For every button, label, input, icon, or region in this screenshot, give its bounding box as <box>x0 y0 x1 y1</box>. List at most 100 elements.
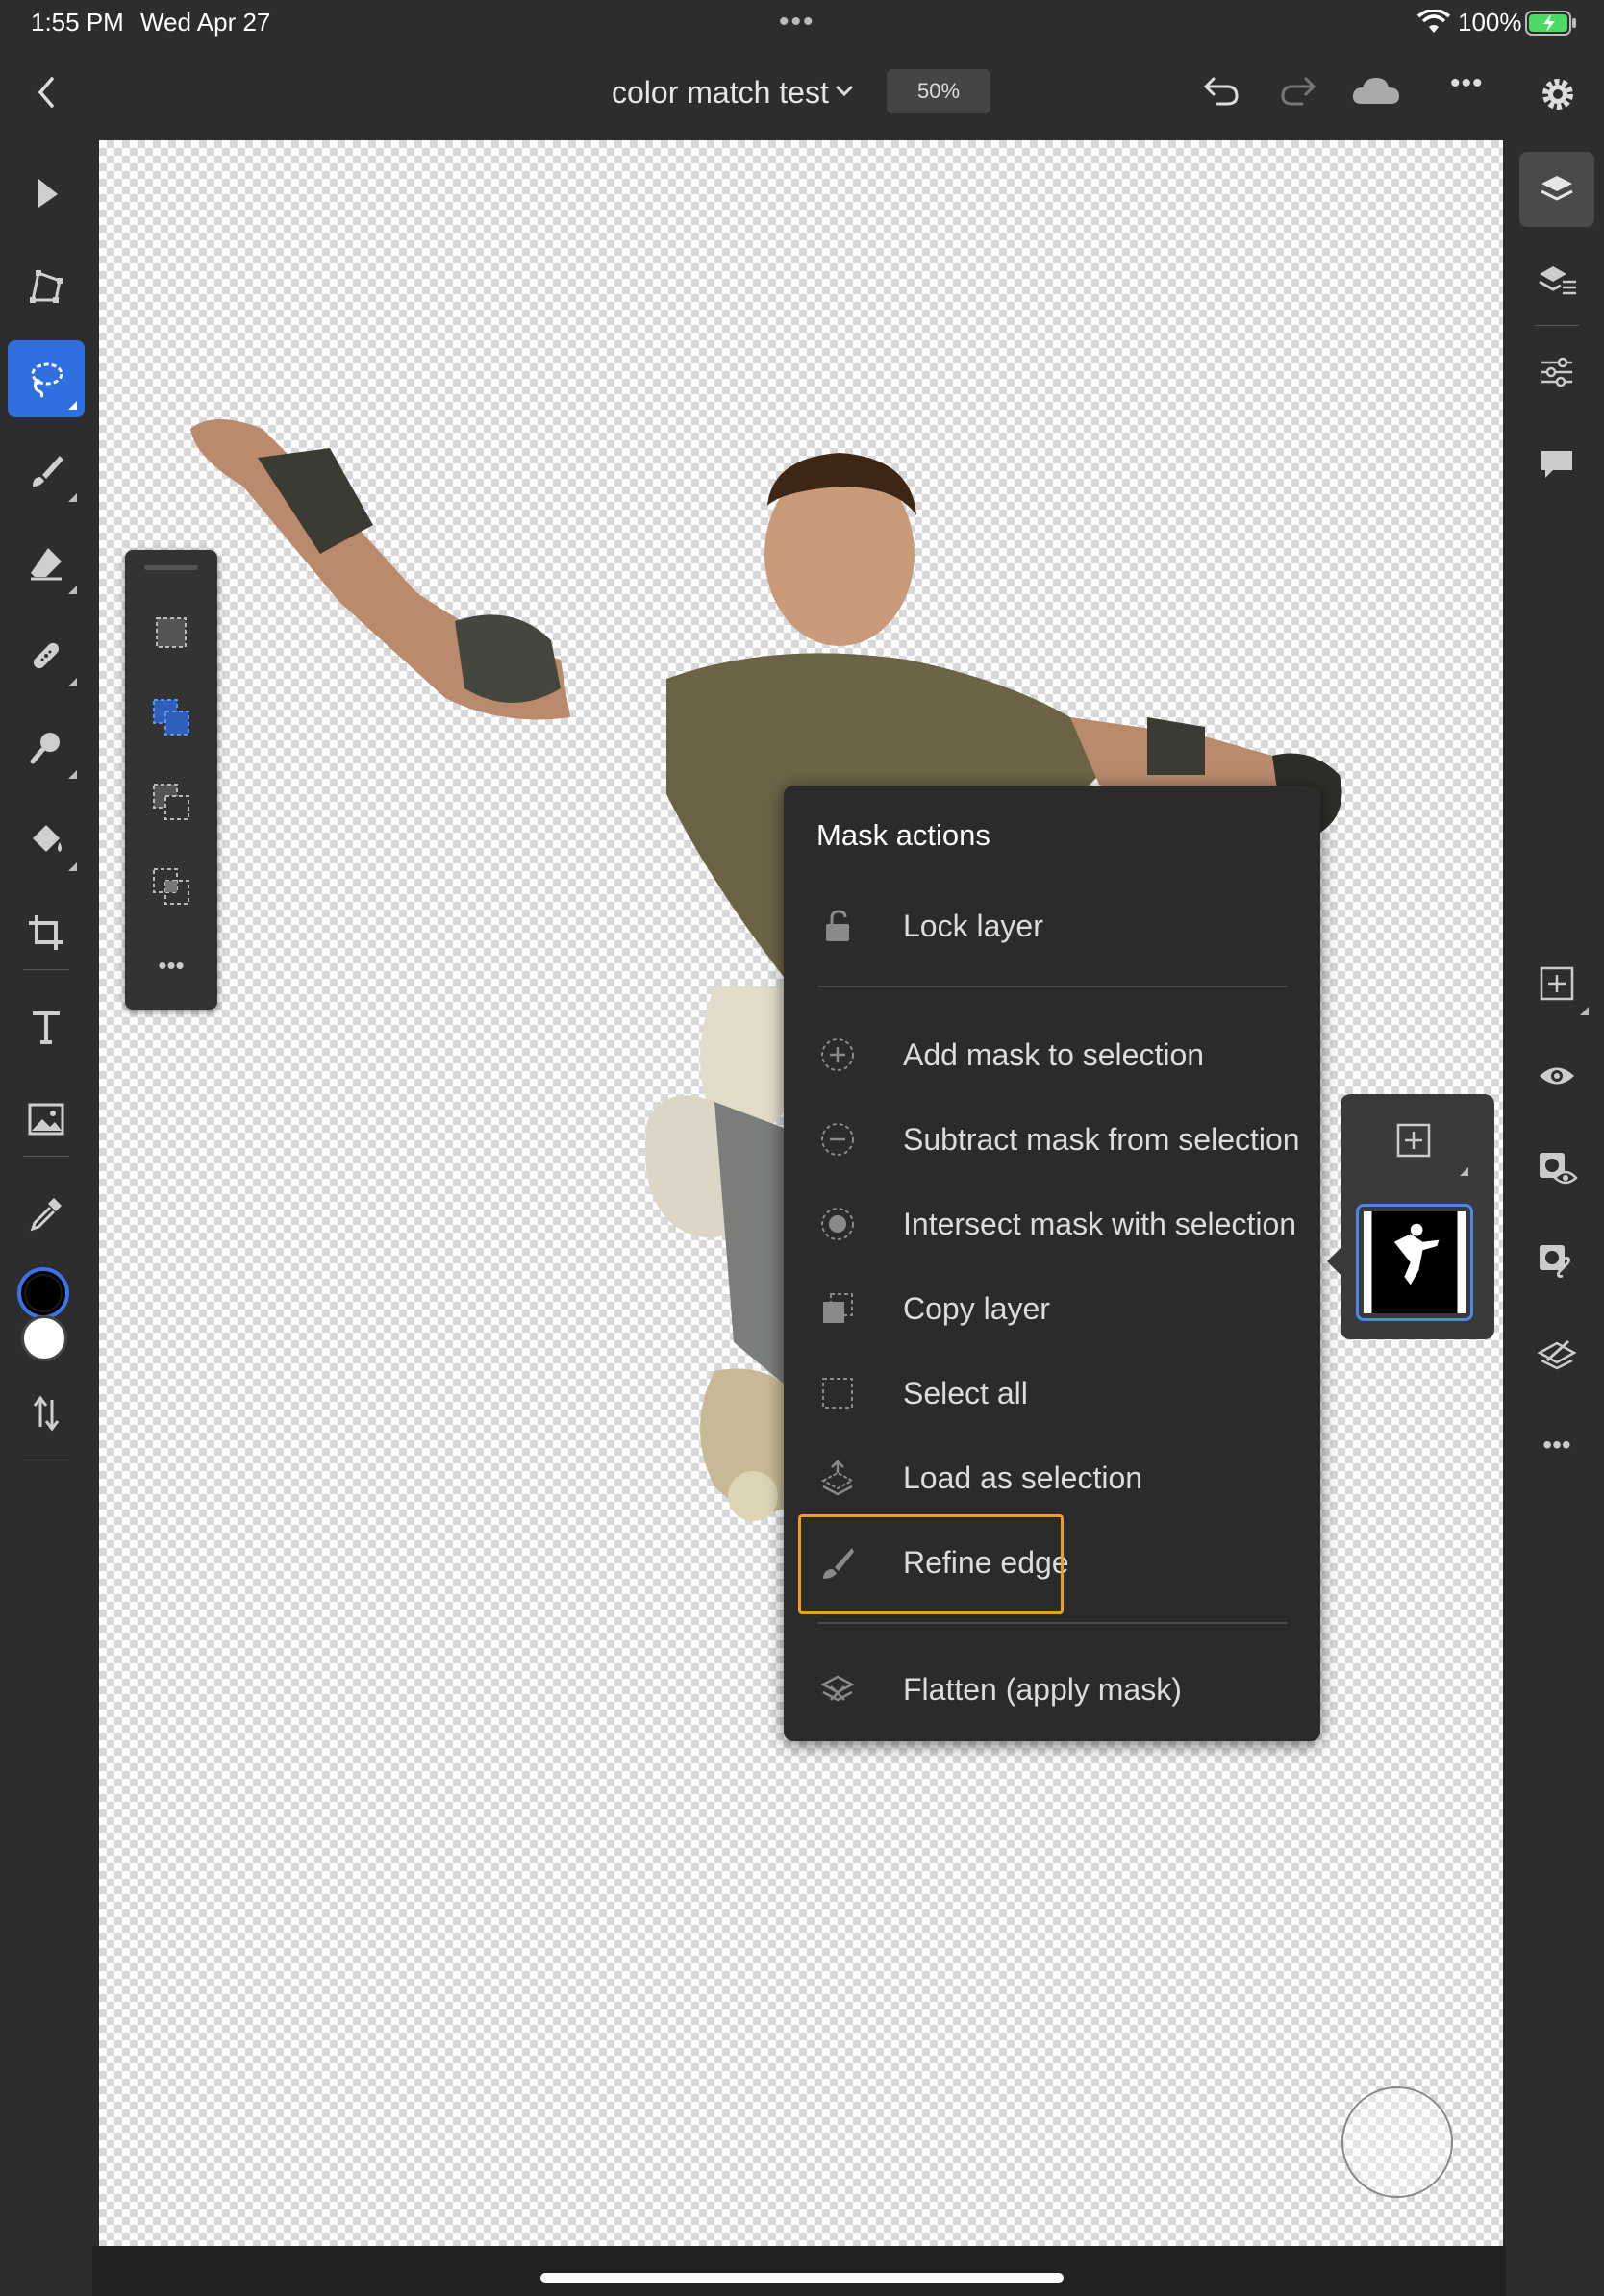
menu-item-select-all[interactable]: Select all <box>818 1362 1299 1422</box>
menu-item-subtract-mask-from-selection[interactable]: Subtract mask from selection <box>818 1109 1300 1168</box>
menu-item-label: Copy layer <box>903 1291 1050 1326</box>
more-icon[interactable]: ••• <box>1519 1408 1594 1483</box>
left-toolbar <box>0 140 92 2296</box>
toolbar-divider <box>23 969 69 970</box>
more-options-icon[interactable]: ••• <box>1450 67 1484 100</box>
mask-actions-menu: Mask actions Lock layer Add mask to sele… <box>784 786 1320 1741</box>
lasso-tool[interactable] <box>8 340 85 417</box>
menu-item-load-as-selection[interactable]: Load as selection <box>818 1447 1299 1507</box>
add-circle-icon <box>818 1036 857 1074</box>
healing-tool[interactable] <box>8 617 85 694</box>
menu-item-label: Subtract mask from selection <box>903 1122 1300 1157</box>
redo-icon[interactable] <box>1277 73 1319 112</box>
menu-item-lock-layer[interactable]: Lock layer <box>818 895 1299 955</box>
menu-item-copy-layer[interactable]: Copy layer <box>818 1278 1299 1337</box>
visibility-button[interactable] <box>1519 1038 1594 1113</box>
link-button[interactable] <box>1519 1223 1594 1298</box>
mask-eye-icon <box>1540 1153 1578 1185</box>
flatten-icon <box>818 1670 857 1709</box>
brush-tool[interactable] <box>8 433 85 510</box>
panel-grab-handle[interactable] <box>144 565 198 570</box>
clone-tool[interactable] <box>8 710 85 786</box>
multitask-dots-icon[interactable]: ••• <box>779 6 815 38</box>
layer-stack-panel <box>1327 1094 1494 1339</box>
layer-properties-button[interactable] <box>1519 244 1594 319</box>
menu-item-label: Select all <box>903 1376 1028 1410</box>
intersect-selection-button[interactable] <box>142 858 200 915</box>
foreground-color-swatch[interactable] <box>17 1267 69 1319</box>
toolbar-divider <box>23 1156 69 1157</box>
menu-item-intersect-mask-with-selection[interactable]: Intersect mask with selection <box>818 1193 1299 1253</box>
back-chevron-icon[interactable] <box>29 73 63 112</box>
eyedropper-tool[interactable] <box>8 1175 85 1252</box>
submenu-indicator <box>1460 1167 1468 1176</box>
adjustments-icon <box>1541 357 1572 387</box>
menu-divider <box>818 986 1288 987</box>
crop-tool[interactable] <box>8 894 85 971</box>
crop-icon <box>29 915 63 950</box>
top-bar: color match test 50% ••• <box>0 48 1604 140</box>
subtract-circle-icon <box>818 1120 857 1159</box>
place-image-tool[interactable] <box>8 1081 85 1158</box>
load-selection-icon <box>818 1459 857 1497</box>
chevron-down-icon[interactable] <box>835 85 854 98</box>
brush-icon <box>33 456 63 487</box>
menu-item-label: Intersect mask with selection <box>903 1207 1297 1241</box>
comments-button[interactable] <box>1519 427 1594 502</box>
eye-icon <box>1540 1067 1574 1085</box>
fill-tool[interactable] <box>8 802 85 879</box>
submenu-indicator <box>68 770 77 779</box>
text-icon <box>33 1011 60 1044</box>
home-indicator[interactable] <box>540 2273 1064 2283</box>
menu-item-add-mask-to-selection[interactable]: Add mask to selection <box>818 1024 1299 1084</box>
cloud-icon[interactable] <box>1350 73 1402 112</box>
new-selection-button[interactable] <box>142 604 200 661</box>
eraser-tool[interactable] <box>8 525 85 602</box>
zoom-level[interactable]: 50% <box>887 69 990 113</box>
menu-title: Mask actions <box>816 818 990 852</box>
comments-icon <box>1541 451 1572 478</box>
background-color-swatch[interactable] <box>21 1315 67 1361</box>
transform-tool[interactable] <box>8 248 85 325</box>
transform-icon <box>30 270 63 303</box>
menu-item-label: Add mask to selection <box>903 1037 1205 1072</box>
refine-edge-highlight <box>798 1514 1064 1614</box>
submenu-indicator <box>68 862 77 871</box>
mask-visibility-button[interactable] <box>1519 1131 1594 1206</box>
document-title[interactable]: color match test <box>612 75 829 111</box>
add-layer-button[interactable] <box>1519 946 1594 1021</box>
layer-mask-thumbnail[interactable] <box>1356 1204 1473 1321</box>
more-selection-icon[interactable]: ••• <box>142 936 200 994</box>
mask-thumbnail-image <box>1371 1211 1458 1313</box>
touch-shortcut-button[interactable] <box>1341 2086 1453 2198</box>
lock-icon <box>818 907 857 945</box>
menu-item-label: Flatten (apply mask) <box>903 1672 1182 1707</box>
menu-item-label: Lock layer <box>903 909 1043 943</box>
status-date: Wed Apr 27 <box>140 8 271 37</box>
adjustments-button[interactable] <box>1519 335 1594 410</box>
submenu-indicator <box>68 401 77 410</box>
gear-icon[interactable] <box>1537 73 1579 115</box>
type-tool[interactable] <box>8 988 85 1065</box>
swap-colors-tool[interactable] <box>8 1375 85 1452</box>
battery-percent: 100% <box>1458 8 1522 37</box>
add-to-selection-button[interactable] <box>142 688 200 746</box>
subtract-selection-button[interactable] <box>142 773 200 831</box>
add-layer-icon[interactable] <box>1394 1121 1433 1160</box>
undo-icon[interactable] <box>1200 73 1242 112</box>
clip-button[interactable] <box>1519 1315 1594 1390</box>
select-tool[interactable] <box>8 156 85 233</box>
status-bar: 1:55 PM Wed Apr 27 ••• 100% <box>0 0 1604 48</box>
wifi-icon <box>1417 10 1450 33</box>
eraser-icon <box>31 548 62 581</box>
menu-item-flatten-apply-mask[interactable]: Flatten (apply mask) <box>818 1659 1299 1718</box>
menu-item-label: Load as selection <box>903 1460 1143 1495</box>
submenu-indicator <box>68 678 77 686</box>
submenu-indicator <box>68 586 77 594</box>
intersect-circle-icon <box>818 1205 857 1243</box>
layers-button[interactable] <box>1519 152 1594 227</box>
intersect-selection-icon <box>153 868 189 905</box>
eyedropper-icon <box>30 1198 62 1232</box>
subtract-selection-icon <box>153 784 189 820</box>
pointer-icon <box>38 179 58 208</box>
